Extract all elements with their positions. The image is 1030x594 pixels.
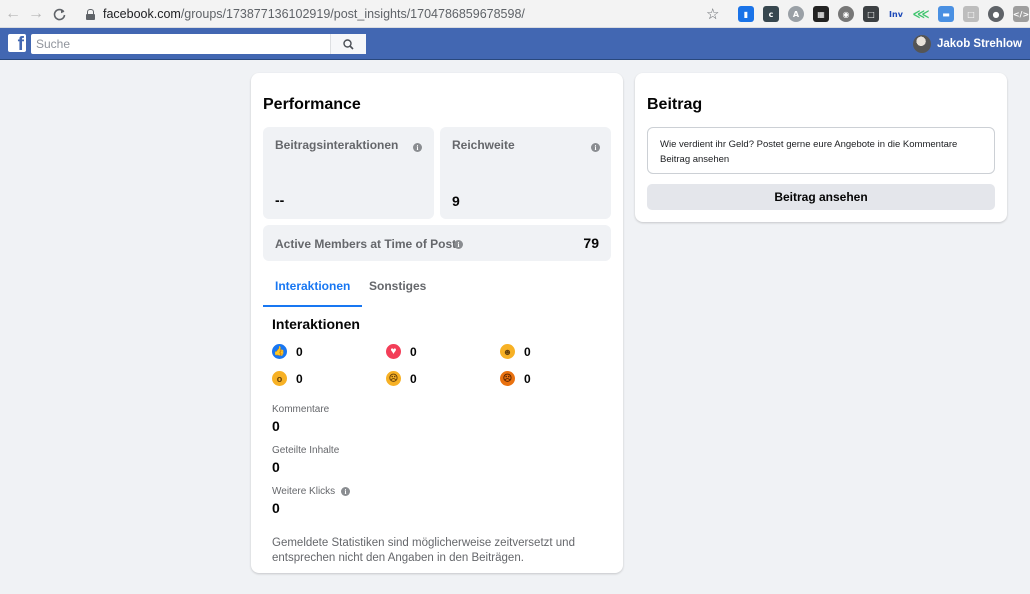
post-preview-link[interactable]: Beitrag ansehen: [660, 152, 982, 167]
active-members-metric: Active Members at Time of Post i 79: [263, 225, 611, 261]
extension-icon[interactable]: c: [763, 6, 779, 22]
other-clicks-value: 0: [272, 500, 280, 516]
comments-value: 0: [272, 418, 280, 434]
reaction-love: ♥ 0: [386, 344, 417, 359]
extension-icon[interactable]: ▬: [938, 6, 954, 22]
reaction-sad: ☹ 0: [386, 371, 417, 386]
reach-value: 9: [452, 193, 460, 209]
other-clicks-label: Weitere Klicks: [272, 486, 336, 497]
reaction-like: 👍 0: [272, 344, 303, 359]
post-interactions-value: --: [275, 192, 285, 208]
post-title: Beitrag: [647, 96, 703, 113]
tab-sonstiges[interactable]: Sonstiges: [357, 278, 438, 307]
info-icon[interactable]: i: [413, 143, 422, 152]
search-button[interactable]: [330, 34, 366, 54]
haha-icon: ☻: [500, 344, 515, 359]
sad-icon: ☹: [386, 371, 401, 386]
info-icon[interactable]: i: [341, 487, 350, 496]
url-text: facebook.com/groups/173877136102919/post…: [103, 7, 525, 21]
reload-icon[interactable]: [48, 3, 70, 25]
post-preview[interactable]: Wie verdient ihr Geld? Postet gerne eure…: [647, 127, 995, 174]
reaction-count: 0: [524, 371, 531, 386]
angry-icon: ☹: [500, 371, 515, 386]
statistics-disclaimer: Gemeldete Statistiken sind möglicherweis…: [272, 537, 575, 564]
active-members-value: 79: [583, 235, 599, 251]
avatar: [913, 35, 931, 53]
forward-arrow-icon[interactable]: →: [25, 3, 47, 25]
like-icon: 👍: [272, 344, 287, 359]
qr-code-icon[interactable]: ▦: [813, 6, 829, 22]
wow-icon: o: [272, 371, 287, 386]
active-members-label: Active Members at Time of Post: [275, 237, 457, 251]
extension-icon[interactable]: ▮: [738, 6, 754, 22]
reaction-count: 0: [410, 371, 417, 386]
tab-interaktionen[interactable]: Interaktionen: [263, 278, 363, 307]
extension-icon[interactable]: □: [963, 6, 979, 22]
info-icon[interactable]: i: [454, 240, 463, 249]
post-interactions-label: Beitragsinteraktionen: [275, 138, 399, 152]
search-box: [31, 34, 366, 54]
reaction-wow: o 0: [272, 371, 303, 386]
comments-label: Kommentare: [272, 404, 330, 415]
facebook-header: f Jakob Strehlow: [0, 28, 1030, 60]
love-icon: ♥: [386, 344, 401, 359]
performance-card: Performance Beitragsinteraktionen i -- R…: [251, 73, 623, 573]
extension-bar: ▮ c A ▦ ◉ □ Inv ⋘ ▬ □ ● </>: [738, 6, 1030, 22]
code-icon[interactable]: </>: [1013, 6, 1029, 22]
reaction-count: 0: [296, 344, 303, 359]
browser-toolbar: ← → facebook.com/groups/173877136102919/…: [0, 0, 1030, 28]
shares-label: Geteilte Inhalte: [272, 445, 340, 456]
post-card: Beitrag Wie verdient ihr Geld? Postet ge…: [635, 73, 1007, 222]
reaction-haha: ☻ 0: [500, 344, 531, 359]
shares-value: 0: [272, 459, 280, 475]
post-preview-text: Wie verdient ihr Geld? Postet gerne eure…: [660, 139, 958, 150]
extension-icon[interactable]: A: [788, 6, 804, 22]
user-profile-link[interactable]: Jakob Strehlow: [913, 35, 1022, 53]
globe-icon[interactable]: ●: [988, 6, 1004, 22]
view-post-button[interactable]: Beitrag ansehen: [647, 184, 995, 210]
interactions-section-title: Interaktionen: [272, 316, 360, 332]
reach-label: Reichweite: [452, 138, 515, 152]
address-bar[interactable]: facebook.com/groups/173877136102919/post…: [74, 3, 729, 25]
back-arrow-icon[interactable]: ←: [2, 3, 24, 25]
info-icon[interactable]: i: [591, 143, 600, 152]
post-interactions-metric: Beitragsinteraktionen i --: [263, 127, 434, 219]
reaction-count: 0: [296, 371, 303, 386]
share-icon[interactable]: ⋘: [912, 6, 929, 22]
reaction-angry: ☹ 0: [500, 371, 531, 386]
performance-title: Performance: [263, 96, 361, 113]
bookmark-star-icon[interactable]: ☆: [706, 5, 719, 23]
user-name: Jakob Strehlow: [937, 38, 1022, 50]
reaction-count: 0: [524, 344, 531, 359]
reaction-count: 0: [410, 344, 417, 359]
search-icon: [343, 38, 354, 50]
lock-icon: [86, 8, 95, 20]
extension-icon[interactable]: □: [863, 6, 879, 22]
extension-icon[interactable]: Inv: [888, 6, 904, 22]
search-input[interactable]: [31, 34, 331, 54]
reach-metric: Reichweite i 9: [440, 127, 611, 219]
insights-tabs: Interaktionen Sonstiges: [251, 278, 623, 308]
facebook-logo-icon[interactable]: f: [8, 34, 26, 52]
extension-icon[interactable]: ◉: [838, 6, 854, 22]
